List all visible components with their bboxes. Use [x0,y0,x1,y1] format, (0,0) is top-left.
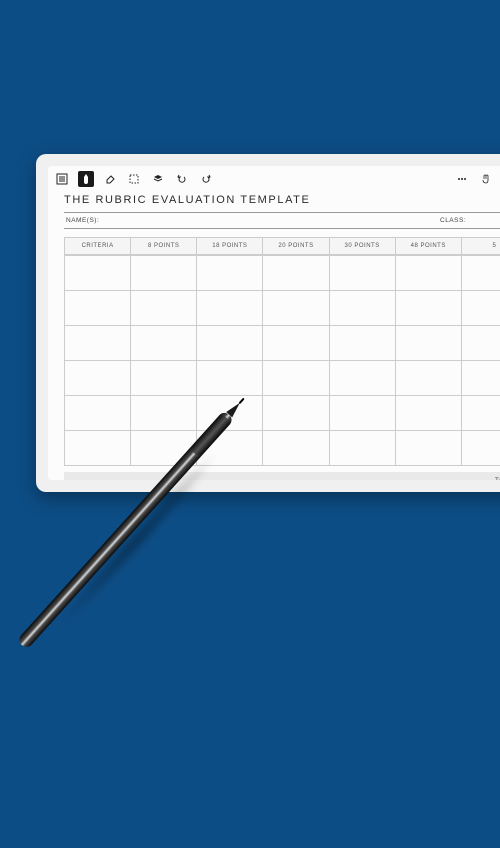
toolbar-left [54,171,214,187]
rubric-cell[interactable] [64,396,131,430]
rubric-cell[interactable] [462,361,500,395]
rubric-cell[interactable] [462,326,500,360]
eraser-icon[interactable] [102,171,118,187]
rubric-cell[interactable] [64,256,131,290]
select-icon[interactable] [126,171,142,187]
rubric-cell[interactable] [131,431,197,465]
pen-tool-icon[interactable] [78,171,94,187]
rubric-cell[interactable] [131,326,197,360]
rubric-header-cell: CRITERIA [64,238,131,254]
undo-icon[interactable] [174,171,190,187]
more-icon[interactable] [454,171,470,187]
rubric-cell[interactable] [263,361,329,395]
rubric-cell[interactable] [263,256,329,290]
rubric-cell[interactable] [131,256,197,290]
class-label: CLASS: [440,217,466,224]
rubric-cell[interactable] [197,256,263,290]
rubric-cell[interactable] [64,431,131,465]
rubric-cell[interactable] [330,361,396,395]
rubric-cell[interactable] [396,291,462,325]
names-field[interactable]: NAME(S): [64,213,438,228]
rubric-cell[interactable] [396,256,462,290]
rubric-grid: CRITERIA8 POINTS18 POINTS20 POINTS30 POI… [64,237,500,466]
rubric-header-cell: 48 POINTS [396,238,462,254]
document-body: THE RUBRIC EVALUATION TEMPLATE NAME(S): … [48,192,500,480]
rubric-cell[interactable] [396,361,462,395]
rubric-row [64,291,500,326]
rubric-cell[interactable] [462,396,500,430]
rubric-header-cell: 5 [462,238,500,254]
tablet-device: 5 A THE RUBRIC EVALUATION TEMPLATE NAME(… [36,154,500,492]
rubric-row [64,396,500,431]
document-title: THE RUBRIC EVALUATION TEMPLATE [64,192,500,212]
rubric-cell[interactable] [197,291,263,325]
rubric-cell[interactable] [330,431,396,465]
toolbar: 5 A [48,166,500,192]
total-row: TOTAL: [64,472,500,480]
rubric-cell[interactable] [330,396,396,430]
rubric-row [64,255,500,291]
rubric-row [64,431,500,466]
total-label: TOTAL: [495,477,500,480]
rubric-cell[interactable] [462,256,500,290]
rubric-cell[interactable] [263,326,329,360]
rubric-row [64,326,500,361]
rubric-cell[interactable] [263,291,329,325]
rubric-row [64,361,500,396]
meta-row: NAME(S): CLASS: [64,212,500,229]
class-field[interactable]: CLASS: [438,213,500,228]
rubric-cell[interactable] [197,396,263,430]
rubric-cell[interactable] [330,256,396,290]
rubric-cell[interactable] [131,396,197,430]
rubric-cell[interactable] [64,361,131,395]
rubric-cell[interactable] [131,361,197,395]
rubric-header-row: CRITERIA8 POINTS18 POINTS20 POINTS30 POI… [64,237,500,255]
rubric-cell[interactable] [263,396,329,430]
redo-icon[interactable] [198,171,214,187]
rubric-cell[interactable] [197,431,263,465]
rubric-cell[interactable] [330,326,396,360]
rubric-cell[interactable] [64,326,131,360]
layers-icon[interactable] [150,171,166,187]
rubric-cell[interactable] [197,326,263,360]
rubric-header-cell: 8 POINTS [131,238,197,254]
rubric-cell[interactable] [396,431,462,465]
menu-icon[interactable] [54,171,70,187]
rubric-header-cell: 18 POINTS [197,238,263,254]
rubric-cell[interactable] [396,326,462,360]
rubric-cell[interactable] [197,361,263,395]
hand-tool-icon[interactable] [478,171,494,187]
rubric-cell[interactable] [330,291,396,325]
rubric-cell[interactable] [263,431,329,465]
rubric-cell[interactable] [64,291,131,325]
names-label: NAME(S): [66,217,99,224]
tablet-screen: 5 A THE RUBRIC EVALUATION TEMPLATE NAME(… [48,166,500,480]
rubric-cell[interactable] [462,291,500,325]
rubric-header-cell: 20 POINTS [263,238,329,254]
rubric-cell[interactable] [396,396,462,430]
rubric-cell[interactable] [131,291,197,325]
rubric-cell[interactable] [462,431,500,465]
rubric-header-cell: 30 POINTS [330,238,396,254]
toolbar-right: 5 A [454,171,500,187]
